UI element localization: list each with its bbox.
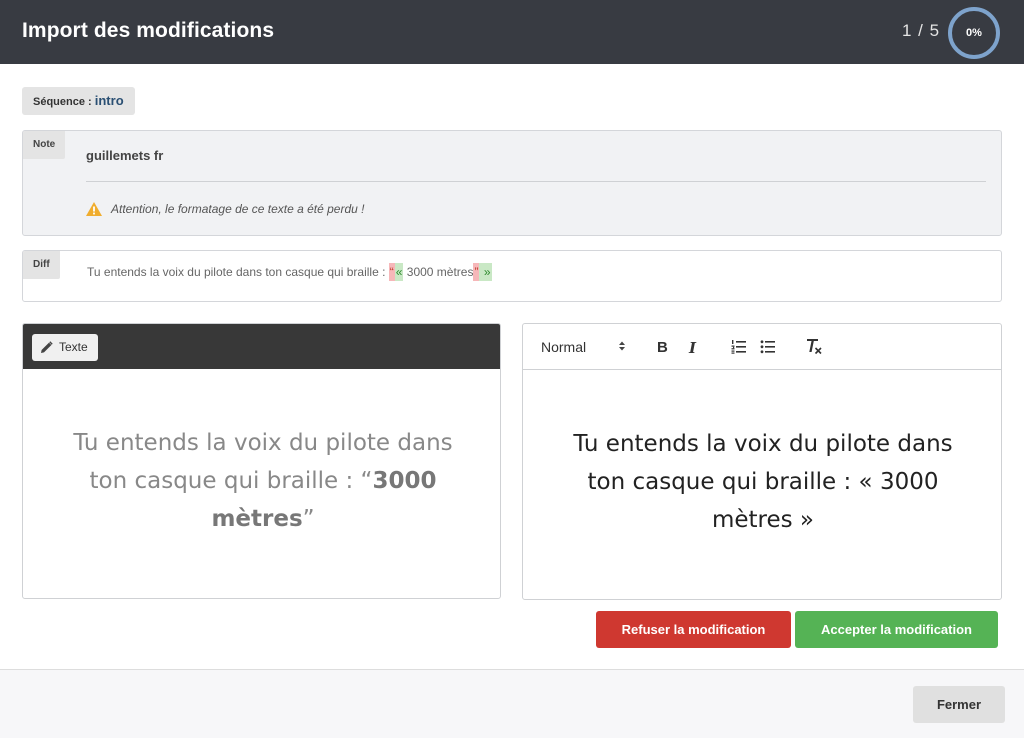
texte-button-label: Texte [59, 340, 88, 354]
progress-label: 0% [966, 27, 982, 39]
diff-text: Tu entends la voix du pilote dans ton ca… [87, 263, 492, 281]
progress-ring: 0% [946, 5, 1002, 61]
clear-format-icon[interactable] [805, 338, 823, 355]
warning-icon [86, 202, 102, 216]
sequence-badge: Séquence : intro [22, 87, 135, 115]
sequence-value: intro [94, 93, 124, 108]
diff-panel: Diff Tu entends la voix du pilote dans t… [22, 250, 1002, 302]
pencil-icon [41, 341, 53, 354]
note-tag: Note [23, 131, 66, 159]
original-text-panel: Texte Tu entends la voix du pilote dans … [22, 323, 501, 599]
note-title: guillemets fr [86, 148, 164, 163]
warning-text: Attention, le formatage de ce texte a ét… [111, 202, 365, 216]
diff-inserted-close-quote: » [479, 263, 492, 281]
ordered-list-icon[interactable] [731, 339, 747, 354]
bold-icon[interactable]: B [657, 339, 668, 356]
note-panel: Note guillemets fr Attention, le formata… [22, 130, 1002, 236]
original-text-content: Tu entends la voix du pilote dans ton ca… [63, 424, 463, 538]
refuse-modification-button[interactable]: Refuser la modification [596, 611, 791, 648]
accept-modification-button[interactable]: Accepter la modification [795, 611, 998, 648]
editor-toolbar: Normal B I [523, 324, 1001, 370]
pager-indicator: 1 / 5 [902, 21, 941, 40]
format-select[interactable]: Normal [541, 339, 586, 355]
modified-text-content[interactable]: Tu entends la voix du pilote dans ton ca… [563, 425, 963, 539]
original-panel-header: Texte [23, 324, 500, 369]
bullet-list-icon[interactable] [760, 339, 776, 354]
select-caret-icon[interactable] [618, 340, 626, 352]
sequence-label: Séquence : [33, 96, 92, 108]
texte-button[interactable]: Texte [32, 334, 98, 361]
italic-icon[interactable]: I [689, 339, 696, 357]
modified-text-editor[interactable]: Normal B I Tu entends la voix du pilote … [522, 323, 1002, 600]
note-divider [86, 181, 986, 182]
modal-header: Import des modifications 1 / 5 0% [0, 0, 1024, 64]
diff-deleted-open-quote: “ [388, 263, 395, 281]
diff-tag: Diff [23, 251, 60, 279]
modal-title: Import des modifications [22, 19, 275, 42]
close-button[interactable]: Fermer [913, 686, 1005, 723]
diff-middle: 3000 mètres [403, 265, 474, 279]
original-text-end: ” [302, 506, 315, 532]
diff-prefix: Tu entends la voix du pilote dans ton ca… [87, 265, 389, 279]
modal-footer: Fermer [0, 669, 1024, 738]
